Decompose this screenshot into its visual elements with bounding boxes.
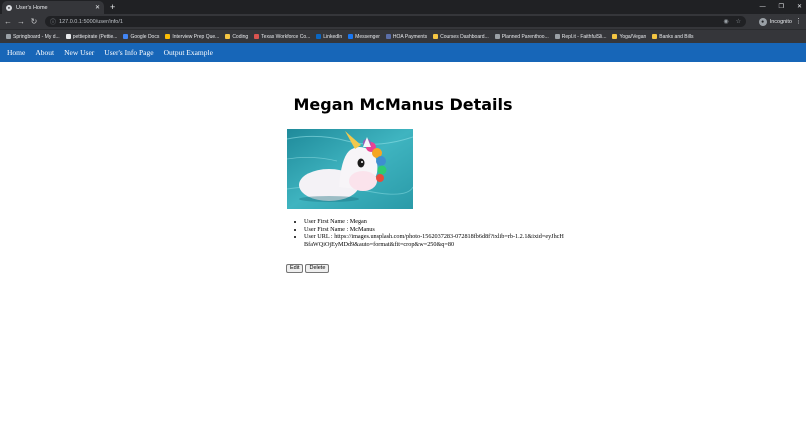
edit-button[interactable]: Edit (286, 264, 304, 273)
bookmark-favicon-icon (65, 34, 71, 39)
bookmark-item[interactable]: Banks and Bills (652, 34, 693, 40)
browser-tab-active[interactable]: ● User's Home ✕ (2, 1, 104, 14)
forward-icon[interactable]: → (16, 17, 26, 26)
bookmark-favicon-icon (123, 34, 129, 39)
bookmark-favicon-icon (165, 34, 171, 39)
bookmark-favicon-icon (225, 34, 231, 39)
browser-tab-strip: ● User's Home ✕ + — ❐ ✕ (0, 0, 806, 14)
bookmark-star-icon[interactable]: ☆ (736, 18, 741, 25)
bookmark-label: HOA Payments (392, 33, 428, 40)
bookmark-label: Courses Dashboard... (440, 33, 489, 40)
app-navbar: Home About New User User's Info Page Output … (0, 43, 806, 62)
bookmark-label: pettiepirate (Pettie... (72, 33, 118, 40)
bookmark-favicon-icon (385, 34, 391, 39)
nav-link-new-user[interactable]: New User (64, 48, 94, 57)
nav-link-home[interactable]: Home (7, 48, 25, 57)
bookmark-favicon-icon (612, 34, 618, 39)
incognito-eye-icon[interactable]: ◉ (723, 18, 728, 25)
close-tab-icon[interactable]: ✕ (95, 4, 100, 11)
bookmark-item[interactable]: Texas Workforce Co... (254, 34, 310, 40)
browser-toolbar: ← → ↻ ⓘ 127.0.0.1:5000/user/info/1 ◉ ☆ ●… (0, 14, 806, 29)
bookmark-item[interactable]: Messenger (348, 34, 380, 40)
bookmark-favicon-icon (348, 34, 354, 39)
incognito-icon: ● (758, 17, 767, 26)
minimize-icon[interactable]: — (760, 1, 766, 13)
url-item: User URL : https://images.unsplash.com/p… (304, 233, 564, 248)
bookmark-item[interactable]: Google Docs (123, 34, 159, 40)
page-title: Megan McManus Details (293, 95, 513, 114)
bookmark-label: Interview Prep Que... (172, 33, 220, 40)
nav-link-user-s-info-page[interactable]: User's Info Page (104, 48, 153, 57)
nav-link-about[interactable]: About (35, 48, 54, 57)
bookmark-item[interactable]: LinkedIn (316, 34, 342, 40)
bookmark-favicon-icon (652, 34, 658, 39)
first-name-item: User First Name : Megan (304, 218, 564, 226)
bookmark-favicon-icon (433, 34, 439, 39)
bookmark-favicon-icon (494, 34, 500, 39)
bookmark-label: LinkedIn (323, 33, 343, 40)
new-tab-icon[interactable]: + (110, 1, 115, 13)
bookmark-label: Banks and Bills (659, 33, 694, 40)
bookmark-label: Planned Parenthoo... (501, 33, 549, 40)
bookmark-item[interactable]: pettiepirate (Pettie... (65, 33, 118, 40)
incognito-indicator[interactable]: ● Incognito (758, 16, 792, 27)
tab-title: User's Home (16, 4, 48, 11)
bookmark-label: Google Docs (130, 33, 160, 40)
browser-menu-icon[interactable]: ⋮ (795, 16, 802, 27)
reload-icon[interactable]: ↻ (29, 17, 39, 26)
nav-link-output-example[interactable]: Output Example (164, 48, 213, 57)
incognito-label: Incognito (769, 18, 792, 25)
bookmark-favicon-icon (6, 34, 11, 39)
last-name-item: User First Name : McManus (304, 226, 564, 234)
info-icon[interactable]: ⓘ (50, 17, 56, 26)
bookmark-label: Texas Workforce Co... (261, 33, 311, 40)
user-details-list: User First Name : Megan User First Name … (287, 218, 564, 248)
bookmark-label: Repl.it - FaithfulSli... (561, 33, 607, 40)
bookmark-item[interactable]: Yoga/Vegan (612, 34, 646, 40)
bookmark-favicon-icon (316, 34, 322, 39)
delete-button[interactable]: Delete (305, 264, 330, 273)
back-icon[interactable]: ← (3, 17, 13, 26)
user-photo (287, 129, 413, 209)
window-controls: — ❐ ✕ (760, 1, 802, 13)
actions: Edit Delete (286, 264, 330, 273)
bookmark-item[interactable]: Repl.it - FaithfulSli... (554, 33, 607, 40)
unicorn-float-image (287, 129, 413, 209)
bookmark-item[interactable]: Interview Prep Que... (165, 34, 219, 40)
url-text[interactable]: 127.0.0.1:5000/user/info/1 (59, 19, 723, 25)
bookmark-item[interactable]: Courses Dashboard... (433, 34, 489, 40)
bookmark-favicon-icon (554, 34, 560, 39)
restore-icon[interactable]: ❐ (779, 1, 784, 13)
bookmark-label: Messenger (355, 33, 380, 40)
close-window-icon[interactable]: ✕ (797, 1, 802, 13)
globe-icon: ● (6, 4, 12, 11)
address-bar[interactable]: ⓘ 127.0.0.1:5000/user/info/1 ◉ ☆ (45, 16, 746, 27)
bookmark-label: Yoga/Vegan (619, 33, 647, 40)
bookmarks-bar: Springboard - My d... pettiepirate (Petti… (0, 29, 806, 43)
bookmark-item[interactable]: Coding (225, 34, 248, 40)
bookmark-label: Springboard - My d... (13, 33, 60, 40)
bookmark-item[interactable]: HOA Payments (385, 33, 428, 40)
bookmark-item[interactable]: Planned Parenthoo... (494, 33, 549, 40)
bookmark-favicon-icon (254, 34, 260, 39)
bookmark-item[interactable]: Springboard - My d... (6, 34, 60, 40)
bookmark-label: Coding (232, 33, 249, 40)
